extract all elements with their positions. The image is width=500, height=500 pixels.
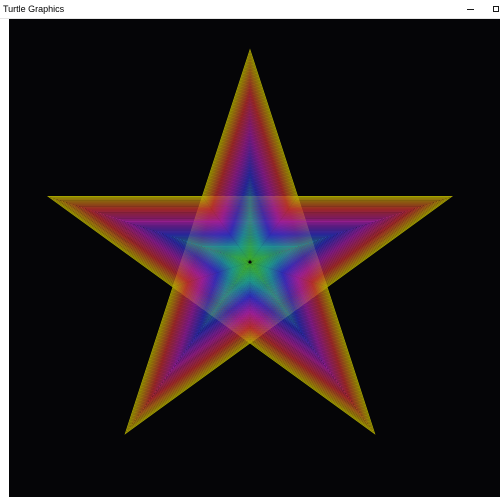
maximize-icon [493,6,499,12]
star-drawing [46,48,454,435]
turtle-window: Turtle Graphics [0,0,500,500]
minimize-button[interactable] [458,0,482,18]
turtle-canvas[interactable] [9,19,500,497]
title-bar[interactable]: Turtle Graphics [0,0,500,19]
maximize-button[interactable] [484,0,500,18]
window-title: Turtle Graphics [3,4,65,14]
minimize-icon [466,8,474,10]
window-border-left [0,19,9,500]
